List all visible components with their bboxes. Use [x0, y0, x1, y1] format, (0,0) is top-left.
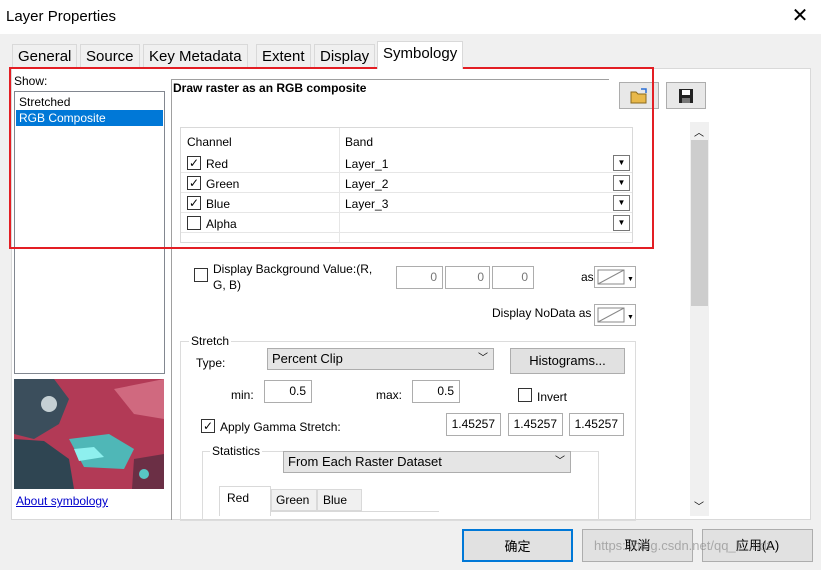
ok-button[interactable]: 确定	[462, 529, 573, 562]
watermark: https://blog.csdn.net/qq_li...hdt	[594, 538, 771, 553]
min-label: min:	[231, 388, 254, 402]
stretch-type-label: Type:	[196, 356, 226, 370]
no-color-swatch-icon: ▼	[597, 269, 634, 285]
highlight-annotation-box	[9, 67, 654, 249]
stretch-type-select[interactable]: Percent Clip ﹀	[267, 348, 494, 370]
background-color-picker[interactable]: ▼	[594, 266, 636, 288]
invert-checkbox[interactable]	[518, 388, 532, 402]
scrollbar-thumb[interactable]	[691, 140, 708, 306]
histograms-button[interactable]: Histograms...	[510, 348, 625, 374]
background-r-input[interactable]: 0	[396, 266, 443, 289]
background-as-label: as	[581, 270, 594, 284]
max-input[interactable]: 0.5	[412, 380, 460, 403]
invert-label: Invert	[537, 390, 568, 404]
nodata-color-picker[interactable]: ▼	[594, 304, 636, 326]
gamma-stretch-label: Apply Gamma Stretch:	[220, 420, 341, 434]
statistics-value: From Each Raster Dataset	[288, 454, 442, 469]
background-b-input[interactable]: 0	[492, 266, 534, 289]
statistics-group-label: Statistics	[210, 444, 263, 458]
window-title: Layer Properties	[6, 8, 117, 25]
nodata-label: Display NoData as	[492, 306, 592, 320]
stretch-group-label: Stretch	[189, 334, 232, 348]
background-label-line2: G, B)	[213, 278, 242, 292]
save-icon	[679, 88, 693, 103]
tab-symbology[interactable]: Symbology	[377, 41, 464, 69]
gamma-blue-input[interactable]: 1.45257	[569, 413, 624, 436]
statistics-tab-green[interactable]: Green	[271, 489, 317, 511]
tab-extent[interactable]: Extent	[256, 44, 311, 68]
background-label-line1: Display Background Value:(R,	[213, 262, 373, 276]
scroll-down-icon[interactable]: ﹀	[694, 498, 704, 513]
statistics-select[interactable]: From Each Raster Dataset ﹀	[283, 451, 571, 473]
preview-thumbnail	[14, 379, 164, 489]
gamma-stretch-checkbox[interactable]: ✓	[201, 419, 215, 433]
background-g-input[interactable]: 0	[445, 266, 490, 289]
scroll-up-icon[interactable]: ︿	[694, 124, 704, 139]
display-background-checkbox[interactable]	[194, 268, 208, 282]
chevron-down-icon: ﹀	[555, 456, 565, 467]
title-bar	[0, 0, 821, 34]
tab-general[interactable]: General	[12, 44, 78, 68]
min-input[interactable]: 0.5	[264, 380, 312, 403]
statistics-tab-blue[interactable]: Blue	[317, 489, 362, 511]
tab-source[interactable]: Source	[80, 44, 140, 68]
stretch-type-value: Percent Clip	[272, 351, 343, 366]
close-icon[interactable]: ✕	[790, 4, 810, 28]
statistics-tab-red[interactable]: Red	[219, 486, 271, 516]
svg-text:▼: ▼	[627, 314, 634, 321]
svg-text:▼: ▼	[627, 276, 634, 283]
max-label: max:	[376, 388, 403, 402]
no-color-swatch-icon: ▼	[597, 307, 634, 323]
gamma-green-input[interactable]: 1.45257	[508, 413, 563, 436]
save-layer-file-button[interactable]	[666, 82, 706, 109]
tab-display[interactable]: Display	[314, 44, 376, 68]
about-symbology-link[interactable]: About symbology	[16, 494, 108, 508]
tab-key-metadata[interactable]: Key Metadata	[143, 44, 248, 68]
chevron-down-icon: ﹀	[478, 353, 488, 364]
gamma-red-input[interactable]: 1.45257	[446, 413, 501, 436]
